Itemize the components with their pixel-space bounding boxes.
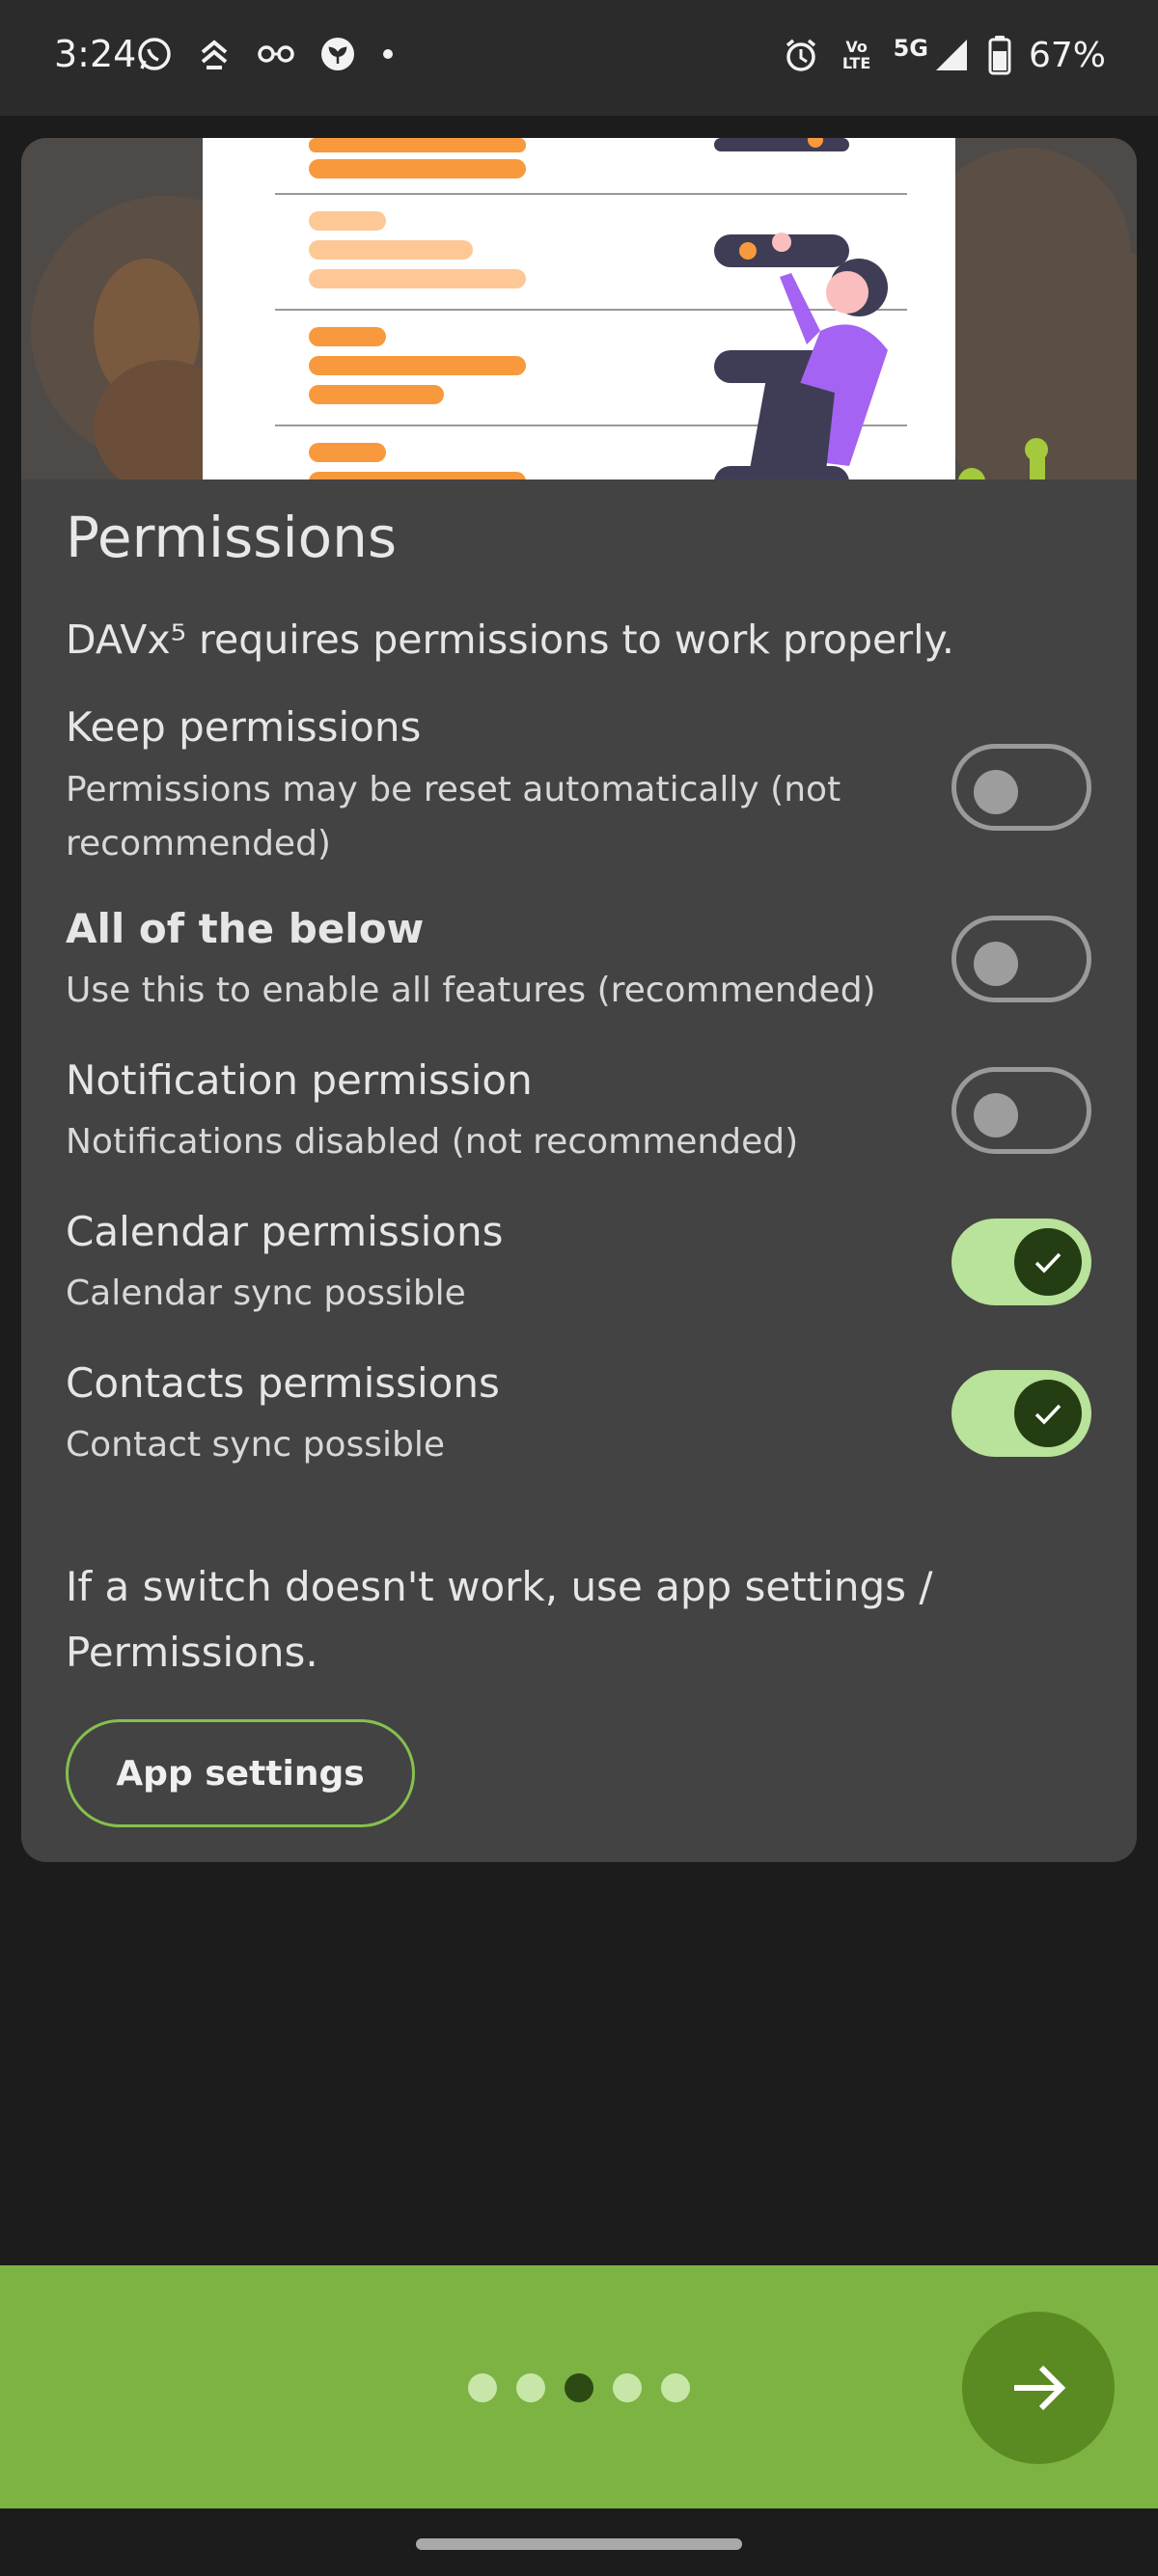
whatsapp-icon xyxy=(138,38,171,70)
gesture-nav-handle[interactable] xyxy=(416,2538,742,2550)
battery-icon xyxy=(988,36,1011,75)
notification-dot-icon xyxy=(383,49,393,59)
network-type: 5G xyxy=(893,35,928,62)
all-permissions-title: All of the below xyxy=(66,905,425,952)
bottom-navigation-bar xyxy=(0,2265,1158,2508)
keep-permissions-switch[interactable] xyxy=(951,744,1091,831)
contacts-permission-title: Contacts permissions xyxy=(66,1359,500,1407)
keep-permissions-title: Keep permissions xyxy=(66,703,422,751)
switch-thumb xyxy=(1014,1380,1082,1447)
signal-icon xyxy=(935,40,967,70)
permissions-illustration xyxy=(21,138,1137,480)
page-dot-3[interactable] xyxy=(565,2373,593,2402)
battery-percent: 67% xyxy=(1028,35,1106,75)
switch-thumb xyxy=(974,1093,1018,1137)
arrow-right-icon xyxy=(1014,2365,1066,2411)
page-title: Permissions xyxy=(66,505,398,570)
notification-permission-subtitle: Notifications disabled (not recommended) xyxy=(66,1122,799,1162)
check-icon xyxy=(1034,1252,1062,1274)
app-settings-button[interactable]: App settings xyxy=(66,1719,415,1827)
switch-thumb xyxy=(1014,1228,1082,1296)
status-bar: 3:24 Vo LTE 5G 67% xyxy=(0,0,1158,116)
volte-icon: Vo LTE xyxy=(841,38,871,72)
plant-icon xyxy=(321,38,354,70)
illustration-document xyxy=(203,138,955,480)
glasses-icon xyxy=(258,45,294,63)
page-dot-2[interactable] xyxy=(516,2373,545,2402)
notification-permission-title: Notification permission xyxy=(66,1056,533,1104)
notification-permission-switch[interactable] xyxy=(951,1067,1091,1154)
calendar-permission-switch[interactable] xyxy=(951,1219,1091,1305)
next-button[interactable] xyxy=(962,2312,1115,2464)
switch-thumb xyxy=(974,770,1018,814)
status-left-icons xyxy=(135,35,398,73)
calendar-permission-title: Calendar permissions xyxy=(66,1208,504,1255)
contacts-permission-switch[interactable] xyxy=(951,1370,1091,1457)
page-dot-4[interactable] xyxy=(613,2373,642,2402)
check-icon xyxy=(1034,1404,1062,1425)
switch-thumb xyxy=(974,942,1018,986)
all-permissions-subtitle: Use this to enable all features (recomme… xyxy=(66,971,876,1010)
keep-permissions-subtitle: Permissions may be reset automatically (… xyxy=(66,770,841,863)
page-dot-5[interactable] xyxy=(661,2373,690,2402)
all-permissions-switch[interactable] xyxy=(951,916,1091,1002)
intro-text: DAVx⁵ requires permissions to work prope… xyxy=(66,617,954,663)
updates-icon xyxy=(201,40,228,69)
page-indicator xyxy=(468,2373,690,2402)
alarm-icon xyxy=(786,39,815,71)
permissions-hint: If a switch doesn't work, use app settin… xyxy=(66,1563,933,1676)
calendar-permission-subtitle: Calendar sync possible xyxy=(66,1274,466,1313)
page-dot-1[interactable] xyxy=(468,2373,497,2402)
permissions-card: Permissions DAVx⁵ requires permissions t… xyxy=(21,138,1137,1862)
status-time: 3:24 xyxy=(54,33,137,75)
status-right-icons: Vo LTE 5G 67% xyxy=(782,35,1106,75)
contacts-permission-subtitle: Contact sync possible xyxy=(66,1425,446,1465)
